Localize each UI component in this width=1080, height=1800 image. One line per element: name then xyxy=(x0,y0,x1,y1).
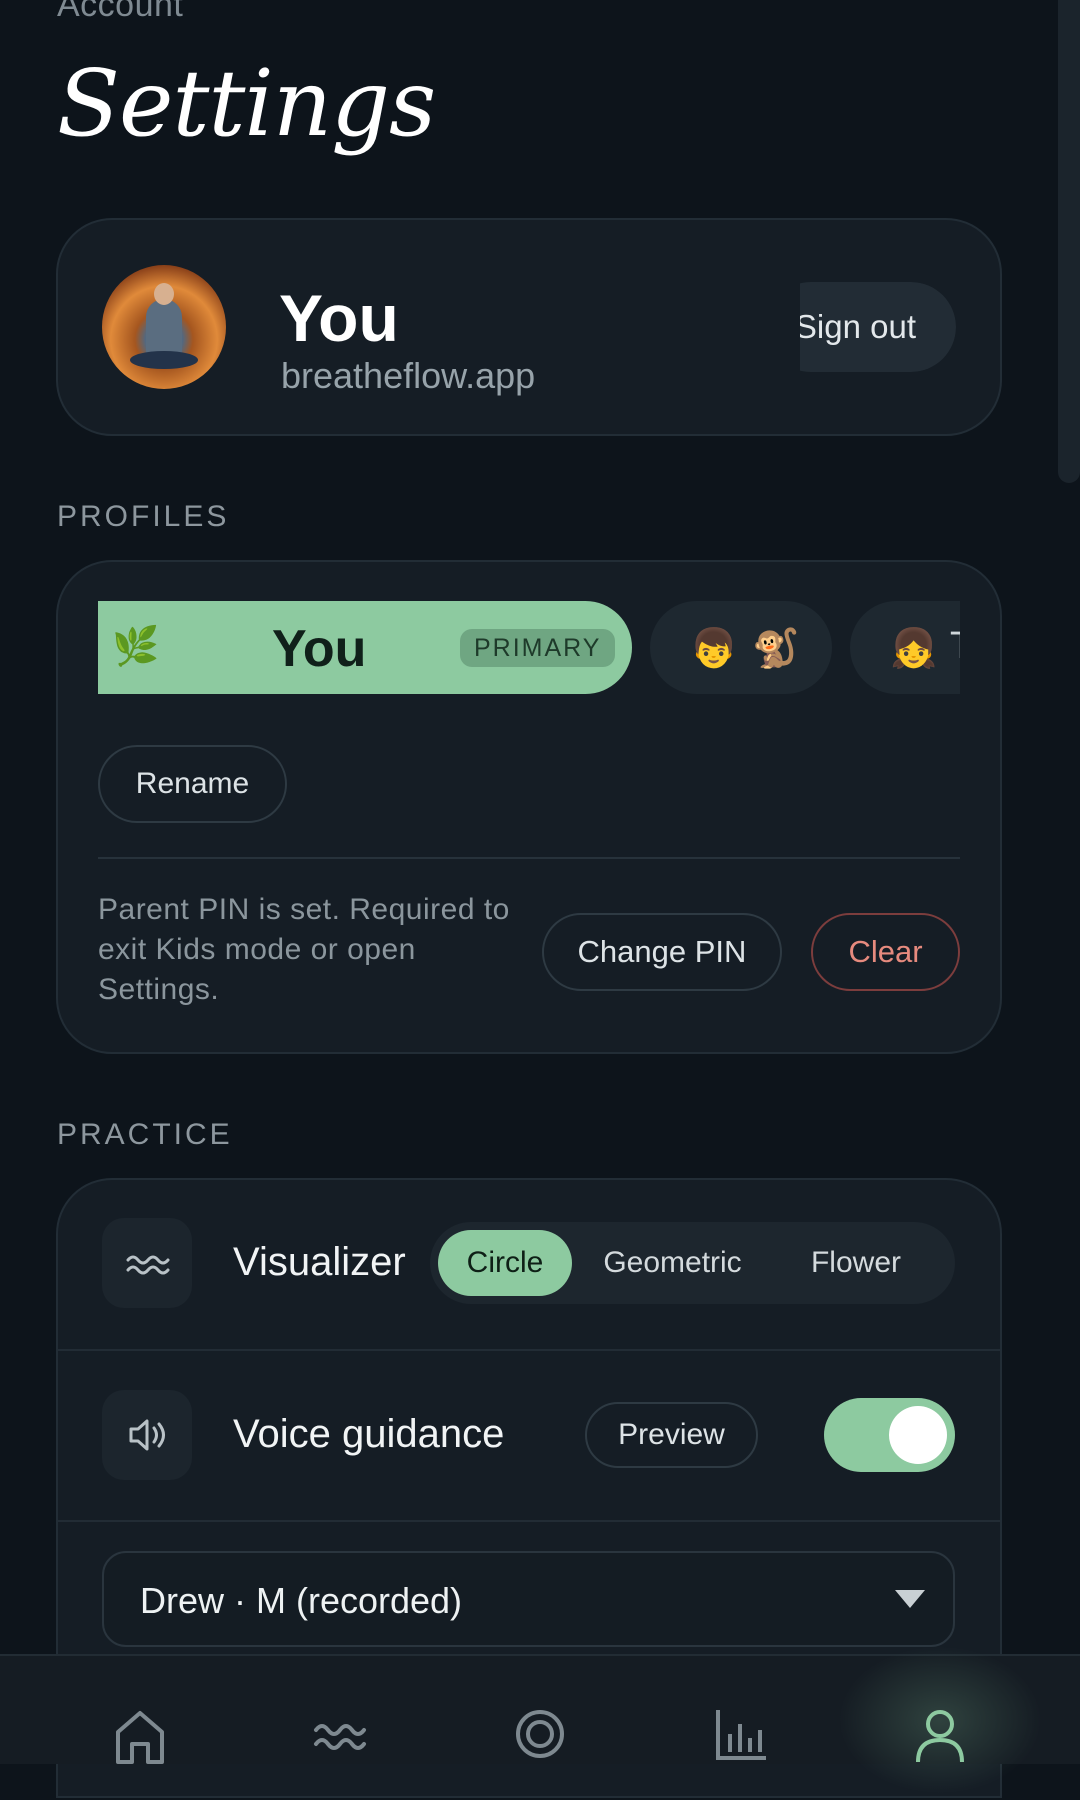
rename-button[interactable]: Rename xyxy=(98,745,287,823)
divider xyxy=(98,857,960,859)
visualizer-label: Visualizer xyxy=(233,1240,406,1284)
home-icon[interactable] xyxy=(110,1704,170,1764)
profile-chip-you[interactable]: 🌿 You PRIMARY xyxy=(98,601,632,694)
profile-chip-name: You xyxy=(272,620,367,678)
profile-chip-strip[interactable]: 🌿 You PRIMARY 👦 🐒 👧 T xyxy=(98,601,960,694)
toggle-knob xyxy=(889,1406,947,1464)
preview-voice-button[interactable]: Preview xyxy=(585,1402,758,1468)
page-eyebrow: Account xyxy=(57,0,184,24)
stats-icon[interactable] xyxy=(710,1704,770,1764)
change-pin-button[interactable]: Change PIN xyxy=(542,913,782,991)
page-title: Settings xyxy=(57,50,436,157)
visualizer-option-circle[interactable]: Circle xyxy=(438,1230,572,1296)
clear-pin-button[interactable]: Clear xyxy=(811,913,960,991)
sign-out-label: Sign out xyxy=(800,282,956,372)
leaf-icon: 🌿 xyxy=(112,626,160,668)
voice-select-value: Drew · M (recorded) xyxy=(140,1580,463,1621)
visualizer-option-geometric[interactable]: Geometric xyxy=(590,1230,755,1296)
divider xyxy=(58,1520,1000,1522)
section-label-practice: PRACTICE xyxy=(57,1118,233,1151)
voice-guidance-toggle[interactable] xyxy=(824,1398,955,1472)
profile-icon[interactable] xyxy=(910,1704,970,1764)
profile-chip-kid-2[interactable]: 👧 T xyxy=(850,601,960,694)
account-subtitle: breatheflow.app xyxy=(281,355,536,396)
voice-select[interactable]: Drew · M (recorded) xyxy=(102,1551,955,1647)
divider xyxy=(58,1349,1000,1351)
caret-down-icon xyxy=(895,1590,925,1608)
girl-icon: 👧 xyxy=(890,628,938,670)
boy-icon: 👦 xyxy=(690,628,738,670)
avatar xyxy=(102,265,226,389)
visualizer-segmented-control: Circle Geometric Flower xyxy=(430,1222,955,1304)
monkey-icon: 🐒 xyxy=(752,628,800,670)
primary-badge: PRIMARY xyxy=(460,629,616,667)
voice-guidance-label: Voice guidance xyxy=(233,1412,505,1456)
target-icon[interactable] xyxy=(510,1704,570,1764)
scrollbar[interactable] xyxy=(1058,0,1080,483)
speaker-icon xyxy=(102,1390,192,1480)
profile-chip-kid-1[interactable]: 👦 🐒 xyxy=(650,601,832,694)
sign-out-button[interactable]: Sign out xyxy=(800,282,956,372)
breathe-wave-icon[interactable] xyxy=(310,1704,370,1764)
account-name: You xyxy=(279,281,399,355)
wave-icon xyxy=(102,1218,192,1308)
visualizer-option-flower[interactable]: Flower xyxy=(766,1230,946,1296)
parent-pin-status: Parent PIN is set. Required to exit Kids… xyxy=(98,893,510,1006)
profile-chip-name: T xyxy=(950,625,960,668)
section-label-profiles: PROFILES xyxy=(57,500,230,533)
